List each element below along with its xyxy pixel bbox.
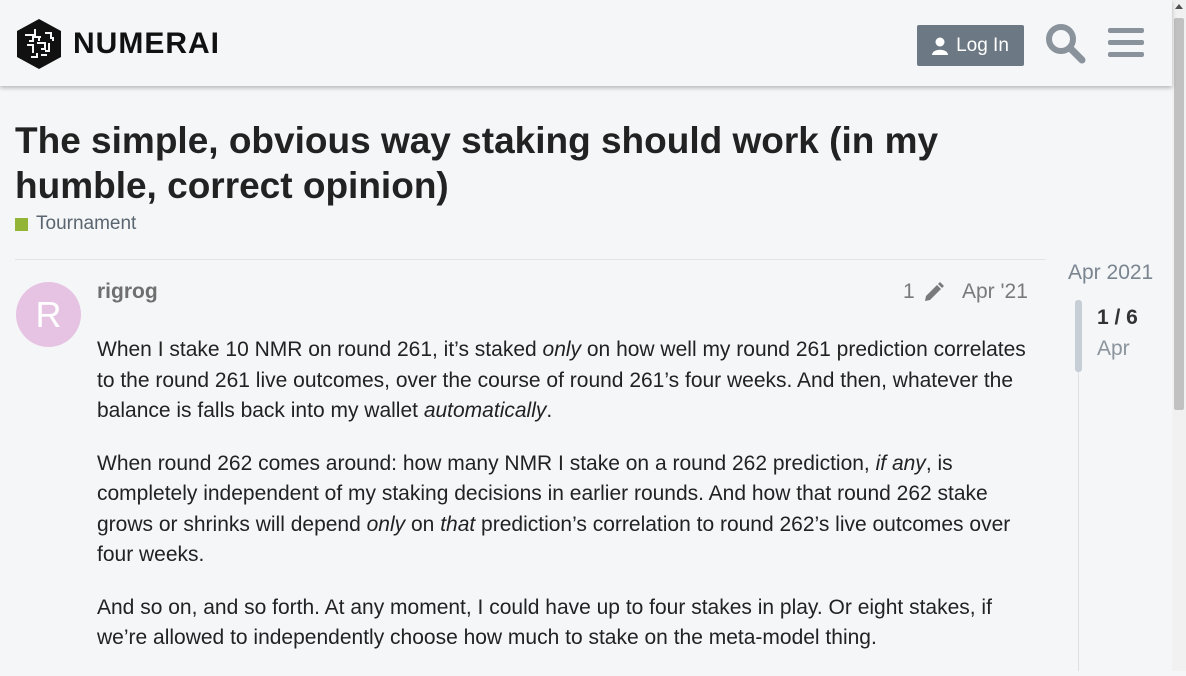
numerai-logo-icon xyxy=(17,19,61,69)
hamburger-menu-button[interactable] xyxy=(1107,26,1145,65)
paragraph-text: When I stake 10 NMR on round 261, it’s s… xyxy=(97,338,543,361)
timeline-position: 1 / 6 xyxy=(1097,306,1138,329)
paragraph-text: on xyxy=(405,512,441,536)
edit-count: 1 xyxy=(903,280,915,303)
logo-text: NUMERAI xyxy=(73,27,220,60)
user-icon xyxy=(932,37,949,55)
paragraph-text: When round 262 comes around: how many NM… xyxy=(97,451,876,475)
pencil-icon xyxy=(924,282,944,301)
page-scrollbar[interactable] xyxy=(1172,0,1186,671)
paragraph-text: . xyxy=(546,399,553,422)
edit-history-button[interactable]: 1 xyxy=(903,280,945,304)
site-header: NUMERAI Log In xyxy=(0,0,1172,86)
paragraph-text: And so on, and so forth. At any moment, … xyxy=(97,595,992,650)
emphasis-text: only xyxy=(542,338,582,361)
post-paragraph: When I stake 10 NMR on round 261, it’s s… xyxy=(97,335,1037,427)
post-username[interactable]: rigrog xyxy=(97,280,158,304)
scroll-up-arrow-icon[interactable] xyxy=(1175,4,1183,9)
emphasis-text: automatically xyxy=(423,399,547,422)
avatar[interactable]: R xyxy=(16,282,81,347)
emphasis-text: only xyxy=(366,512,406,536)
hamburger-menu-icon xyxy=(1108,28,1144,57)
post-paragraph: When round 262 comes around: how many NM… xyxy=(97,449,1037,571)
category-badge[interactable]: Tournament xyxy=(15,213,136,235)
scrollbar-thumb[interactable] xyxy=(1174,18,1184,410)
post-paragraph: And so on, and so forth. At any moment, … xyxy=(97,593,1037,654)
post-body: When I stake 10 NMR on round 261, it’s s… xyxy=(97,335,1037,676)
emphasis-text: that xyxy=(440,512,476,536)
avatar-letter: R xyxy=(35,293,62,335)
post-date[interactable]: Apr '21 xyxy=(962,280,1028,304)
login-button[interactable]: Log In xyxy=(917,25,1024,66)
timeline-handle[interactable] xyxy=(1075,300,1082,372)
topic-divider xyxy=(15,259,1046,260)
category-label: Tournament xyxy=(36,213,137,234)
timeline-current-date: Apr xyxy=(1097,337,1130,360)
topic-title[interactable]: The simple, obvious way staking should w… xyxy=(15,118,1015,208)
login-label: Log In xyxy=(956,34,1009,56)
category-color-swatch xyxy=(15,217,28,231)
numerai-logo[interactable]: NUMERAI xyxy=(15,17,220,71)
search-button[interactable] xyxy=(1044,22,1086,69)
timeline-start-date[interactable]: Apr 2021 xyxy=(1068,261,1153,285)
search-icon xyxy=(1046,24,1086,64)
emphasis-text: if any xyxy=(875,451,926,475)
